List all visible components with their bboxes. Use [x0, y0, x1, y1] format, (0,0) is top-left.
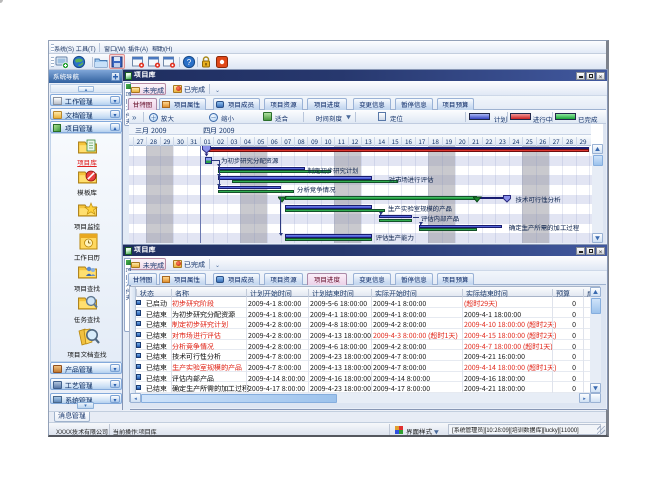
svg-text:?: ?: [187, 58, 192, 67]
